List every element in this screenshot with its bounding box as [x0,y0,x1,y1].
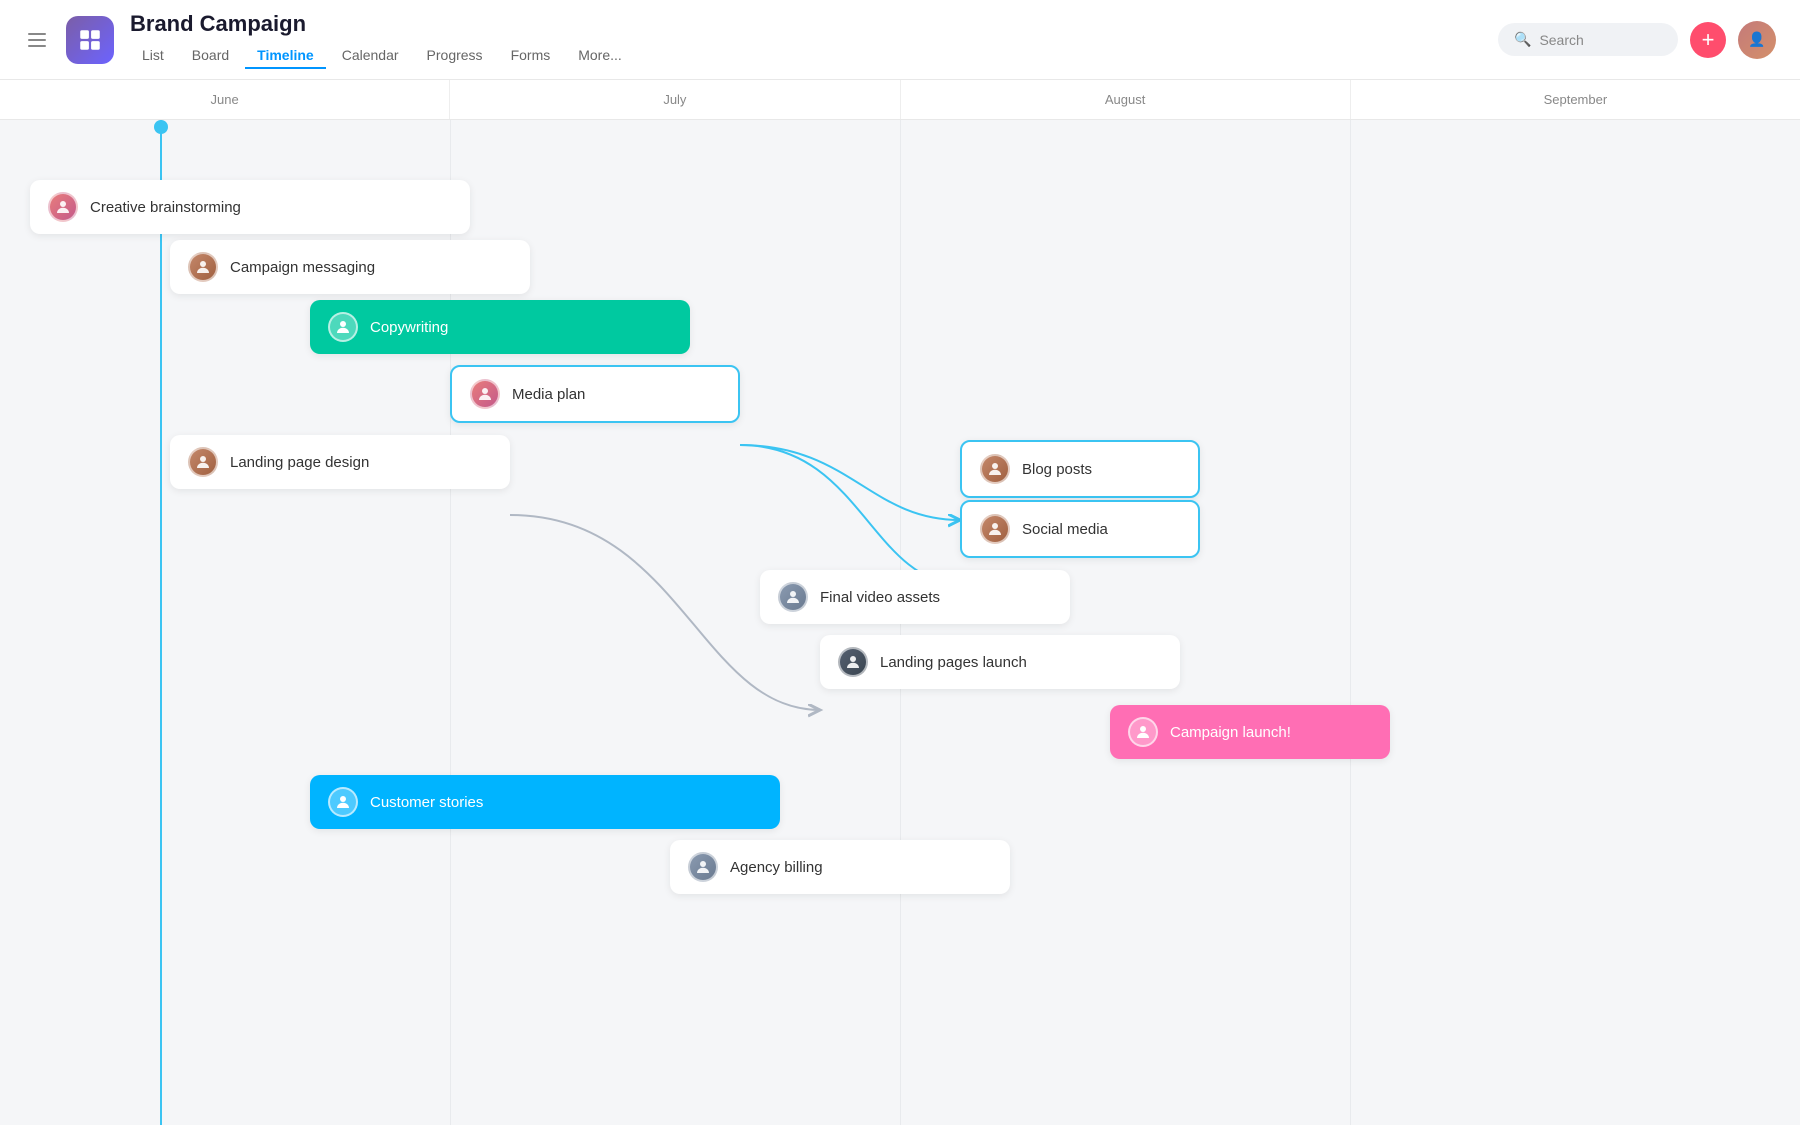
task-landing-page-design[interactable]: Landing page design [170,435,510,489]
task-blog-posts[interactable]: Blog posts [960,440,1200,498]
task-label-creative: Creative brainstorming [90,199,241,216]
user-avatar[interactable]: 👤 [1738,21,1776,59]
grid-line-3 [1350,120,1351,1125]
avatar-video [778,582,808,612]
avatar-messaging [188,252,218,282]
tab-forms[interactable]: Forms [499,43,563,69]
task-label-landing-design: Landing page design [230,454,369,471]
search-box[interactable]: 🔍 Search [1498,23,1678,56]
tab-more[interactable]: More... [566,43,634,69]
avatar-copywriting [328,312,358,342]
avatar-landing-launch [838,647,868,677]
project-title: Brand Campaign [130,11,1482,37]
avatar-creative [48,192,78,222]
month-header: June July August September [0,80,1800,120]
app-icon-svg [77,27,103,53]
task-media-plan[interactable]: Media plan [450,365,740,423]
header: Brand Campaign List Board Timeline Calen… [0,0,1800,80]
month-august: August [901,80,1351,119]
task-label-blog: Blog posts [1022,461,1092,478]
search-icon: 🔍 [1514,31,1531,48]
task-label-video: Final video assets [820,589,940,606]
avatar-landing-design [188,447,218,477]
task-campaign-launch[interactable]: Campaign launch! [1110,705,1390,759]
app-icon [66,16,114,64]
nav-tabs: List Board Timeline Calendar Progress Fo… [130,43,1482,69]
timeline-dot [154,120,168,134]
task-customer-stories[interactable]: Customer stories [310,775,780,829]
avatar-customer [328,787,358,817]
task-label-copywriting: Copywriting [370,319,448,336]
task-label-customer: Customer stories [370,794,483,811]
task-agency-billing[interactable]: Agency billing [670,840,1010,894]
tab-progress[interactable]: Progress [415,43,495,69]
month-september: September [1351,80,1800,119]
title-nav: Brand Campaign List Board Timeline Calen… [130,11,1482,69]
timeline-vertical-line [160,120,162,1125]
avatar-media-plan [470,379,500,409]
task-landing-launch[interactable]: Landing pages launch [820,635,1180,689]
task-label-landing-launch: Landing pages launch [880,654,1027,671]
avatar-agency [688,852,718,882]
avatar-social [980,514,1010,544]
search-label: Search [1539,32,1583,48]
task-label-media-plan: Media plan [512,386,585,403]
month-june: June [0,80,450,119]
tab-timeline[interactable]: Timeline [245,43,326,69]
tab-board[interactable]: Board [180,43,241,69]
task-label-social: Social media [1022,521,1108,538]
header-actions: 🔍 Search + 👤 [1498,21,1776,59]
task-label-campaign-launch: Campaign launch! [1170,724,1291,741]
tab-calendar[interactable]: Calendar [330,43,411,69]
avatar-blog [980,454,1010,484]
add-button[interactable]: + [1690,22,1726,58]
task-label-messaging: Campaign messaging [230,259,375,276]
task-campaign-messaging[interactable]: Campaign messaging [170,240,530,294]
avatar-face: 👤 [1748,31,1765,48]
avatar-campaign-launch [1128,717,1158,747]
tab-list[interactable]: List [130,43,176,69]
task-creative-brainstorming[interactable]: Creative brainstorming [30,180,470,234]
task-social-media[interactable]: Social media [960,500,1200,558]
task-final-video[interactable]: Final video assets [760,570,1070,624]
hamburger-menu[interactable] [24,29,50,51]
task-copywriting[interactable]: Copywriting [310,300,690,354]
month-july: July [450,80,900,119]
timeline-container: June July August September [0,80,1800,1125]
task-label-agency: Agency billing [730,859,823,876]
